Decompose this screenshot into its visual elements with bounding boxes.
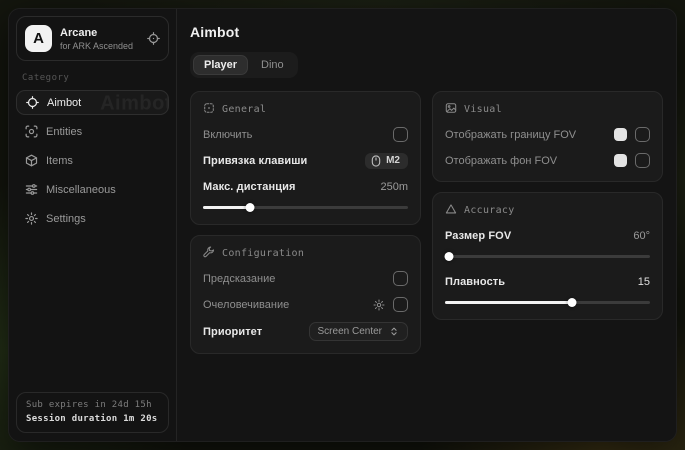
max-distance-row: Макс. дистанция 250m	[203, 178, 408, 195]
crosshair-icon[interactable]	[147, 32, 160, 45]
fov-border-label: Отображать границу FOV	[445, 129, 576, 141]
sidebar-item-label: Miscellaneous	[46, 184, 116, 196]
wrench-icon	[203, 246, 215, 261]
brand-logo: A	[25, 25, 52, 52]
humanize-label: Очеловечивание	[203, 299, 289, 311]
slider-thumb[interactable]	[246, 203, 255, 212]
fov-bg-label: Отображать фон FOV	[445, 155, 557, 167]
sidebar-item-settings[interactable]: Settings	[16, 206, 169, 231]
gear-icon	[25, 212, 38, 225]
sidebar-item-label: Settings	[46, 213, 86, 225]
smoothness-row: Плавность 15	[445, 273, 650, 290]
gear-icon[interactable]	[373, 299, 385, 311]
prediction-row: Предсказание	[203, 270, 408, 287]
brand-card: A Arcane for ARK Ascended	[16, 16, 169, 61]
prediction-label: Предсказание	[203, 273, 275, 285]
fov-bg-color-swatch[interactable]	[614, 154, 627, 167]
sub-expires-text: Sub expires in 24d 15h	[26, 400, 159, 410]
priority-row: Приоритет Screen Center	[203, 322, 408, 341]
priority-dropdown[interactable]: Screen Center	[309, 322, 408, 341]
slider-thumb[interactable]	[445, 252, 454, 261]
fov-bg-checkbox[interactable]	[635, 153, 650, 168]
chevrons-up-down-icon	[389, 326, 399, 337]
main-panel: Aimbot Player Dino General	[177, 9, 676, 441]
fov-border-color-swatch[interactable]	[614, 128, 627, 141]
brand-subtitle: for ARK Ascended	[60, 41, 139, 51]
fov-border-checkbox[interactable]	[635, 127, 650, 142]
max-distance-slider[interactable]	[203, 203, 408, 212]
humanize-checkbox[interactable]	[393, 297, 408, 312]
mouse-icon	[371, 155, 381, 167]
priority-label: Приоритет	[203, 326, 262, 338]
keybind-label: Привязка клавиши	[203, 155, 307, 167]
tab-dino[interactable]: Dino	[250, 55, 295, 75]
sidebar-item-items[interactable]: Items	[16, 148, 169, 173]
keybind-value: M2	[386, 155, 400, 166]
fov-bg-row: Отображать фон FOV	[445, 152, 650, 169]
slider-thumb[interactable]	[568, 298, 577, 307]
tab-player[interactable]: Player	[193, 55, 248, 75]
package-icon	[25, 154, 38, 167]
sidebar-nav: Aimbot Aimbot Entities	[16, 90, 169, 231]
enable-label: Включить	[203, 129, 252, 141]
sidebar-item-label: Aimbot	[47, 97, 81, 109]
triangle-icon	[445, 203, 457, 218]
session-duration-text: Session duration 1m 20s	[26, 414, 159, 424]
sidebar-item-aimbot[interactable]: Aimbot Aimbot	[16, 90, 169, 115]
card-title: Visual	[464, 104, 502, 115]
enable-row: Включить	[203, 126, 408, 143]
brand-name: Arcane	[60, 27, 139, 39]
smoothness-value: 15	[638, 276, 650, 288]
sidebar-item-label: Entities	[46, 126, 82, 138]
page-title: Aimbot	[190, 24, 663, 40]
app-window: A Arcane for ARK Ascended Category	[8, 8, 677, 442]
fov-size-label: Размер FOV	[445, 230, 511, 242]
fov-size-row: Размер FOV 60°	[445, 227, 650, 244]
card-title: Configuration	[222, 248, 304, 259]
subscription-card: Sub expires in 24d 15h Session duration …	[16, 392, 169, 433]
smoothness-slider[interactable]	[445, 298, 650, 307]
card-title: General	[222, 104, 266, 115]
smoothness-label: Плавность	[445, 276, 505, 288]
accuracy-card: Accuracy Размер FOV 60° Плавность 15	[432, 192, 663, 320]
prediction-checkbox[interactable]	[393, 271, 408, 286]
keybind-row: Привязка клавиши M2	[203, 152, 408, 169]
max-distance-value: 250m	[380, 181, 408, 193]
priority-value: Screen Center	[318, 326, 382, 337]
scan-icon	[25, 125, 38, 138]
sidebar-item-entities[interactable]: Entities	[16, 119, 169, 144]
sidebar-item-label: Items	[46, 155, 73, 167]
fov-size-value: 60°	[633, 230, 650, 242]
visual-card: Visual Отображать границу FOV Отображать…	[432, 91, 663, 182]
sliders-icon	[25, 183, 38, 196]
max-distance-label: Макс. дистанция	[203, 181, 295, 193]
image-icon	[445, 102, 457, 117]
tab-group: Player Dino	[190, 52, 298, 78]
crosshair-icon	[26, 96, 39, 109]
fov-size-slider[interactable]	[445, 252, 650, 261]
general-card: General Включить Привязка клавиши	[190, 91, 421, 225]
enable-checkbox[interactable]	[393, 127, 408, 142]
category-label: Category	[22, 73, 165, 83]
sidebar-item-miscellaneous[interactable]: Miscellaneous	[16, 177, 169, 202]
keybind-button[interactable]: M2	[365, 153, 408, 169]
humanize-row: Очеловечивание	[203, 296, 408, 313]
sidebar: A Arcane for ARK Ascended Category	[9, 9, 177, 441]
sidebar-item-ghost-label: Aimbot	[100, 92, 169, 115]
card-title: Accuracy	[464, 205, 515, 216]
target-icon	[203, 102, 215, 117]
fov-border-row: Отображать границу FOV	[445, 126, 650, 143]
configuration-card: Configuration Предсказание Очеловечивани…	[190, 235, 421, 354]
